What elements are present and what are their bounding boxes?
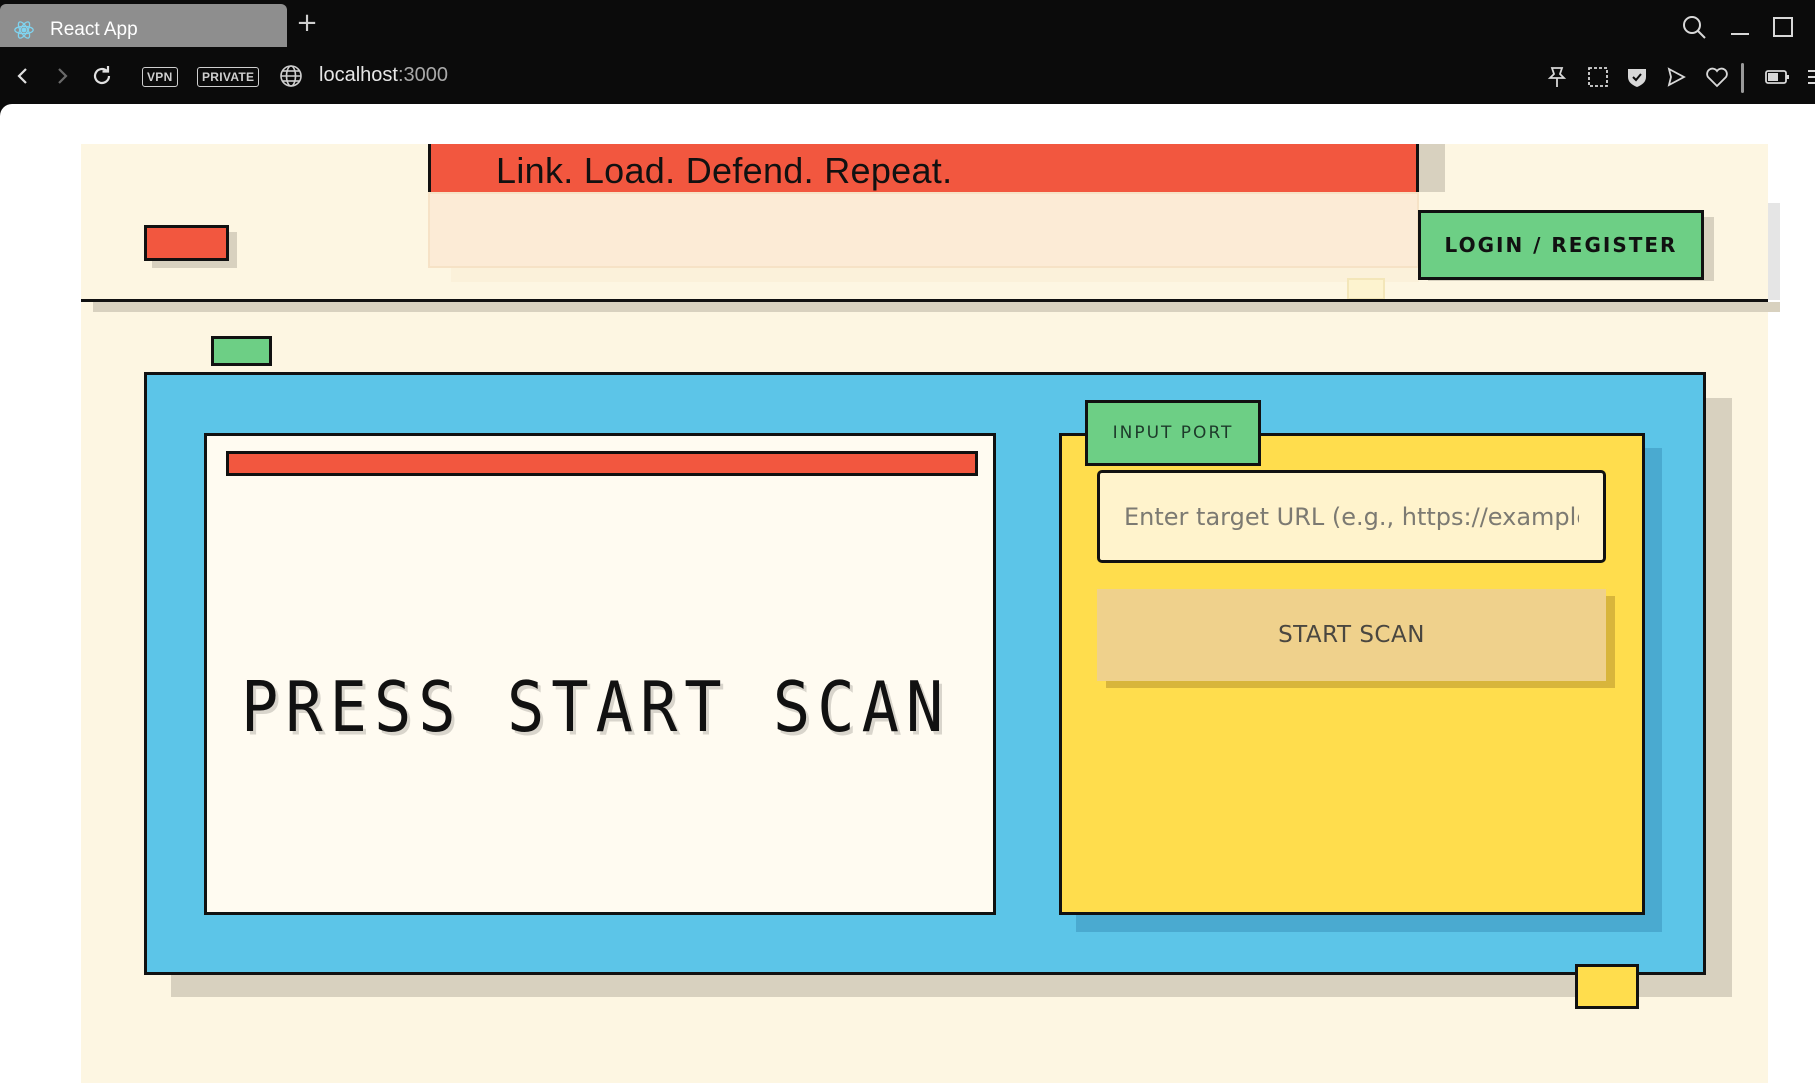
decorative-yellow-block: [1575, 964, 1639, 1009]
screen-title-bar: [226, 451, 978, 476]
screen-message: PRESS START SCAN: [241, 666, 951, 748]
menu-icon[interactable]: [1804, 64, 1815, 90]
battery-icon[interactable]: [1764, 64, 1790, 90]
reload-icon[interactable]: [88, 62, 116, 90]
header-divider: [81, 299, 1768, 302]
globe-icon[interactable]: [279, 64, 303, 88]
toolbar-divider: [1741, 63, 1744, 93]
back-icon[interactable]: [9, 62, 37, 90]
output-screen: PRESS START SCAN: [204, 433, 996, 915]
login-register-button[interactable]: LOGIN / REGISTER: [1418, 210, 1704, 280]
tab-title: React App: [50, 19, 138, 40]
tagline-banner: Link. Load. Defend. Repeat.: [428, 144, 1419, 192]
screenshot-icon[interactable]: [1585, 64, 1611, 90]
private-badge: PRIVATE: [197, 67, 260, 87]
decorative-tab: [1347, 278, 1385, 300]
page-viewport: Link. Load. Defend. Repeat. LOGIN / REGI…: [0, 104, 1815, 1083]
banner-panel-foot: [451, 268, 1419, 282]
shield-icon[interactable]: [1624, 64, 1650, 90]
input-port-label: INPUT PORT: [1085, 400, 1261, 466]
new-tab-button[interactable]: +: [294, 10, 320, 37]
address-bar[interactable]: localhost:3000: [319, 64, 448, 87]
header-edge-shadow: [1768, 203, 1780, 300]
browser-nav-bar: [0, 52, 1815, 104]
pin-icon[interactable]: [1544, 64, 1570, 90]
url-port: :3000: [397, 64, 448, 86]
decorative-green-block: [211, 336, 272, 366]
browser-tab[interactable]: React App: [0, 4, 287, 47]
tagline-text: Link. Load. Defend. Repeat.: [496, 150, 953, 191]
banner-panel: [428, 192, 1419, 268]
decorative-red-block: [144, 225, 229, 261]
start-scan-button[interactable]: START SCAN: [1097, 589, 1606, 681]
forward-icon[interactable]: [48, 62, 76, 90]
url-host: localhost: [319, 64, 398, 86]
minimize-icon[interactable]: [1727, 14, 1753, 40]
target-url-input[interactable]: [1097, 470, 1606, 563]
heart-icon[interactable]: [1704, 64, 1730, 90]
send-icon[interactable]: [1663, 64, 1689, 90]
header-divider-shadow: [93, 302, 1780, 312]
vpn-badge[interactable]: VPN: [142, 67, 178, 87]
maximize-icon[interactable]: [1770, 14, 1796, 40]
search-icon[interactable]: [1681, 14, 1707, 40]
react-logo-icon: [13, 19, 35, 41]
